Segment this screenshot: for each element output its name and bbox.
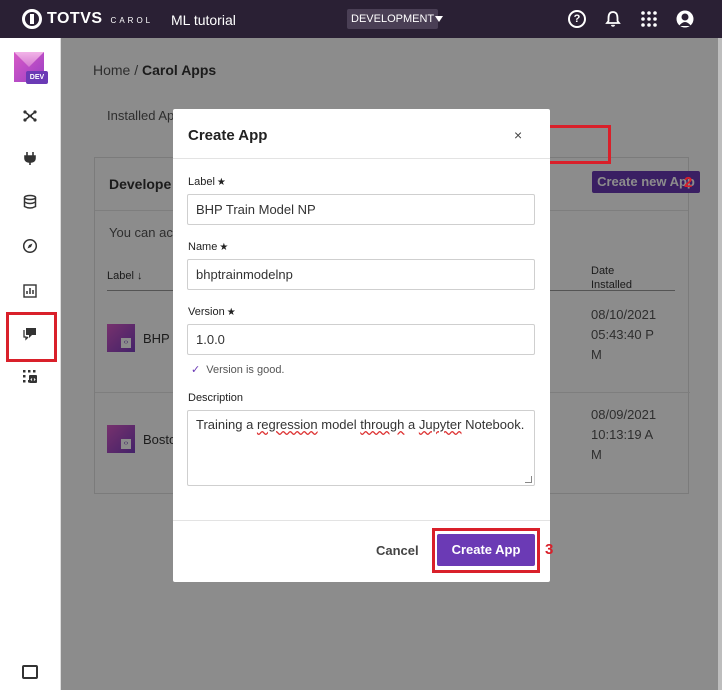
logo-text: TOTVS <box>47 10 103 27</box>
modal-title: Create App <box>188 127 268 144</box>
bell-icon[interactable] <box>604 10 622 28</box>
label-field-label-text: Label <box>188 176 215 188</box>
plug-icon[interactable] <box>22 150 38 166</box>
version-input[interactable]: 1.0.0 <box>187 324 535 355</box>
apps-menu-icon[interactable] <box>640 10 658 28</box>
totvs-carol-logo[interactable]: TOTVS CAROL <box>22 9 153 29</box>
sidebar: DEV <box>0 38 61 690</box>
required-star-icon: ★ <box>216 177 226 188</box>
compass-icon[interactable] <box>22 238 38 254</box>
version-field-label: Version ★ <box>188 306 236 318</box>
dev-badge: DEV <box>26 71 48 84</box>
share-nodes-icon[interactable] <box>22 108 38 124</box>
description-field-label: Description <box>188 392 244 404</box>
annotation-box-sidebar-apps <box>6 312 57 362</box>
annotation-box-create-app <box>432 528 540 573</box>
callout-2: 2 <box>684 174 693 191</box>
cancel-button[interactable]: Cancel <box>376 543 419 558</box>
desc-part: Jupyter <box>418 417 462 432</box>
required-star-icon: ★ <box>219 242 229 253</box>
check-icon: ✓ <box>191 364 201 376</box>
version-field-label-text: Version <box>188 306 225 318</box>
name-field-label: Name ★ <box>188 241 228 253</box>
database-icon[interactable] <box>22 194 38 210</box>
help-icon[interactable]: ? <box>568 10 586 28</box>
apps-grid-icon[interactable] <box>22 369 38 385</box>
version-status-text: Version is good. <box>206 364 285 376</box>
label-input[interactable]: BHP Train Model NP <box>187 194 535 225</box>
create-app-modal: Create App × Label ★ BHP Train Model NP N… <box>173 109 550 582</box>
top-navigation-bar: TOTVS CAROL ML tutorial DEVELOPMENT ? <box>0 0 722 38</box>
desc-part: Training a <box>196 417 257 432</box>
label-field-label: Label ★ <box>188 176 226 188</box>
bar-chart-icon[interactable] <box>22 283 38 299</box>
desc-part: through <box>360 417 405 432</box>
description-textarea[interactable]: Training a regression model through a Ju… <box>187 410 535 486</box>
environment-select[interactable]: DEVELOPMENT <box>347 9 439 29</box>
app-title: ML tutorial <box>171 12 236 28</box>
modal-header: Create App × <box>173 109 550 159</box>
desc-part: regression <box>256 417 318 432</box>
logo-subtext: CAROL <box>110 16 154 25</box>
desc-part: a <box>404 417 419 432</box>
resize-handle-icon[interactable] <box>525 476 532 483</box>
user-avatar-icon[interactable] <box>676 10 694 28</box>
scrollbar-edge <box>718 38 722 690</box>
callout-3: 3 <box>545 541 554 558</box>
required-star-icon: ★ <box>226 307 236 318</box>
name-field-label-text: Name <box>188 241 218 253</box>
totvs-logo-icon <box>22 9 42 29</box>
modal-footer-divider <box>173 520 550 521</box>
desc-part: model <box>317 417 361 432</box>
chevron-down-icon[interactable] <box>435 16 443 22</box>
sidebar-collapse-icon[interactable] <box>22 665 38 679</box>
version-validation-message: ✓ Version is good. <box>191 363 285 376</box>
close-icon[interactable]: × <box>514 127 522 143</box>
name-input[interactable]: bhptrainmodelnp <box>187 259 535 290</box>
desc-part: Notebook. <box>461 417 525 432</box>
